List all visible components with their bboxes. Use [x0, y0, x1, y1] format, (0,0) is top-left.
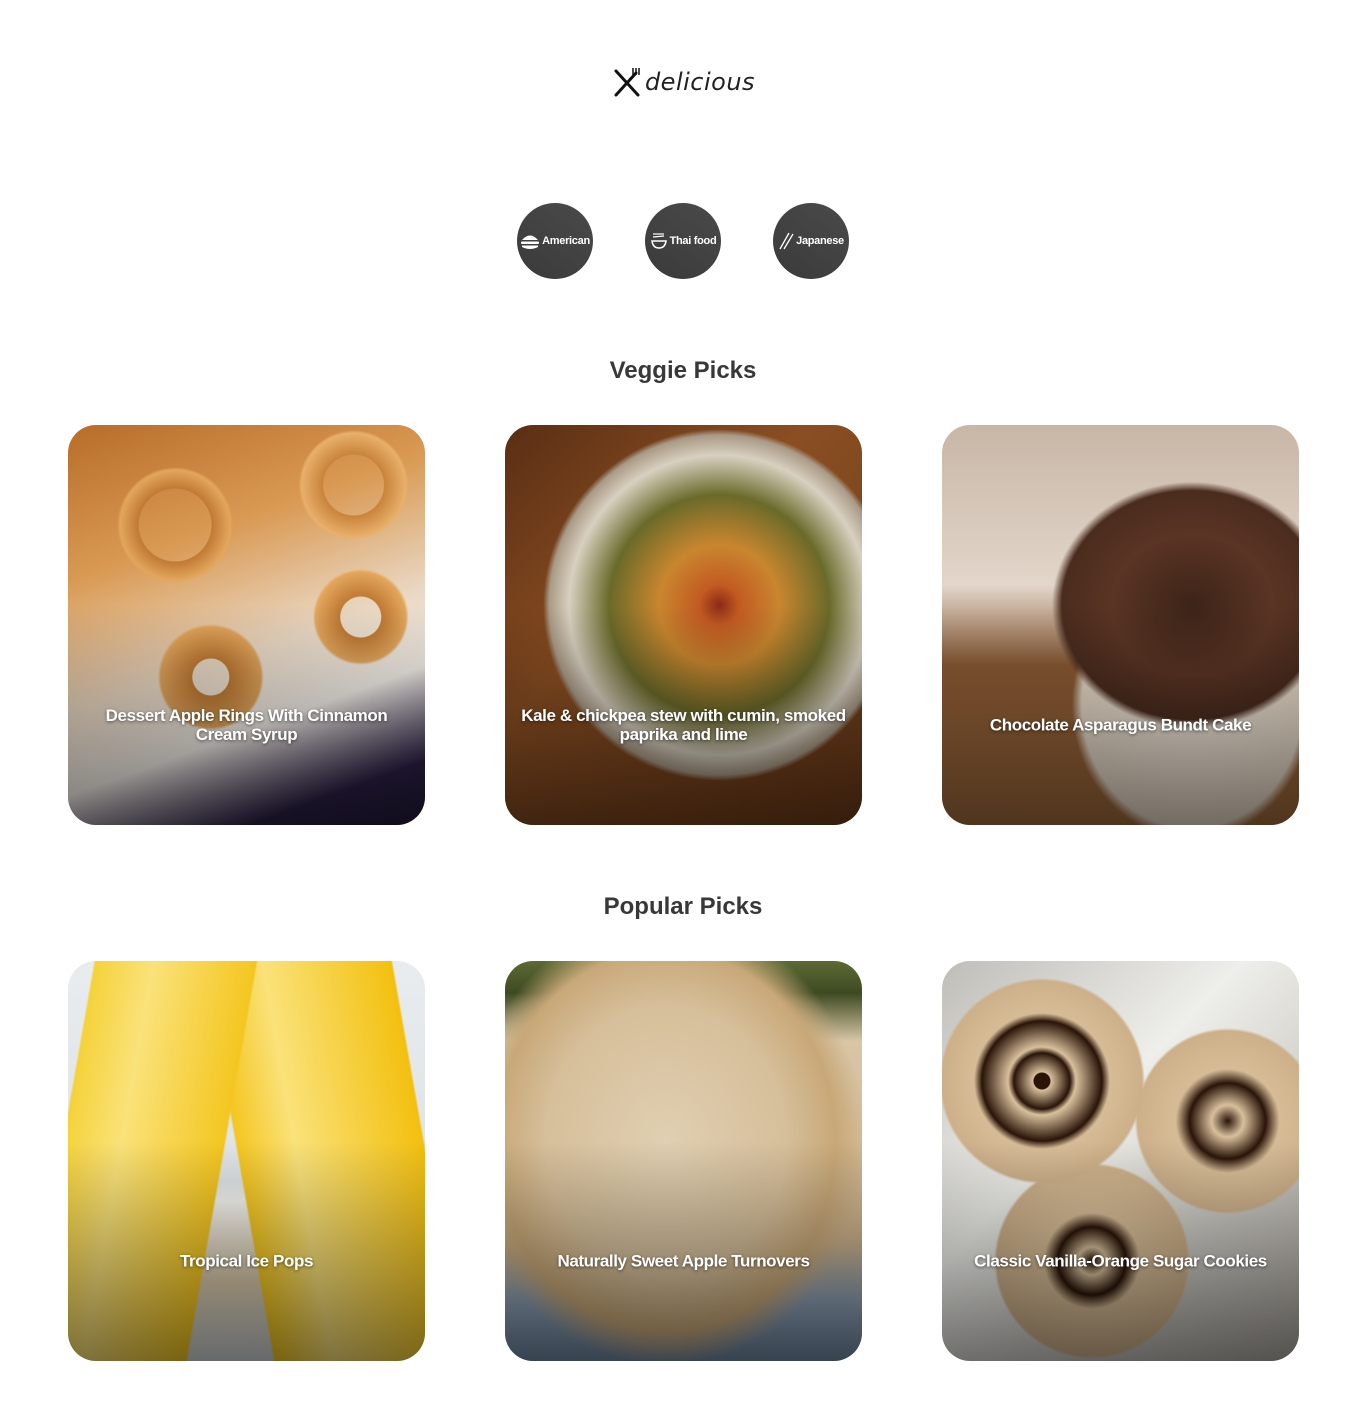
category-label: Thai food	[669, 235, 717, 247]
category-label: Japanese	[796, 235, 844, 247]
section-title-veggie: Veggie Picks	[609, 357, 757, 384]
recipe-title: Kale & chickpea stew with cumin, smoked …	[521, 706, 846, 744]
logo-text: delicious	[644, 68, 756, 96]
recipe-title: Chocolate Asparagus Bundt Cake	[989, 715, 1252, 735]
recipe-title: Classic Vanilla-Orange Sugar Cookies	[974, 1251, 1267, 1271]
recipe-title: Dessert Apple Rings With Cinnamon Cream …	[105, 706, 388, 744]
recipe-card[interactable]: Naturally Sweet Apple Turnovers	[505, 961, 862, 1361]
section-title-popular: Popular Picks	[603, 893, 763, 920]
hamburger-icon	[520, 232, 540, 250]
chopsticks-icon	[778, 232, 794, 250]
category-thai-food[interactable]: Thai food	[645, 203, 721, 279]
noodle-bowl-icon	[650, 232, 668, 250]
recipe-title: Naturally Sweet Apple Turnovers	[557, 1251, 810, 1271]
recipe-card[interactable]: Dessert Apple Rings With Cinnamon Cream …	[68, 425, 425, 825]
category-nav: American Thai food Japanese	[0, 203, 1366, 279]
category-american[interactable]: American	[517, 203, 593, 279]
fork-knife-icon	[611, 66, 643, 98]
site-logo[interactable]: delicious	[0, 62, 1366, 102]
veggie-picks-grid: Dessert Apple Rings With Cinnamon Cream …	[68, 425, 1299, 825]
recipe-card[interactable]: Chocolate Asparagus Bundt Cake	[942, 425, 1299, 825]
category-japanese[interactable]: Japanese	[773, 203, 849, 279]
category-label: American	[542, 235, 590, 247]
recipe-title: Tropical Ice Pops	[179, 1251, 314, 1271]
recipe-card[interactable]: Classic Vanilla-Orange Sugar Cookies	[942, 961, 1299, 1361]
recipe-card[interactable]: Kale & chickpea stew with cumin, smoked …	[505, 425, 862, 825]
recipe-card[interactable]: Tropical Ice Pops	[68, 961, 425, 1361]
popular-picks-grid: Tropical Ice Pops Naturally Sweet Apple …	[68, 961, 1299, 1361]
